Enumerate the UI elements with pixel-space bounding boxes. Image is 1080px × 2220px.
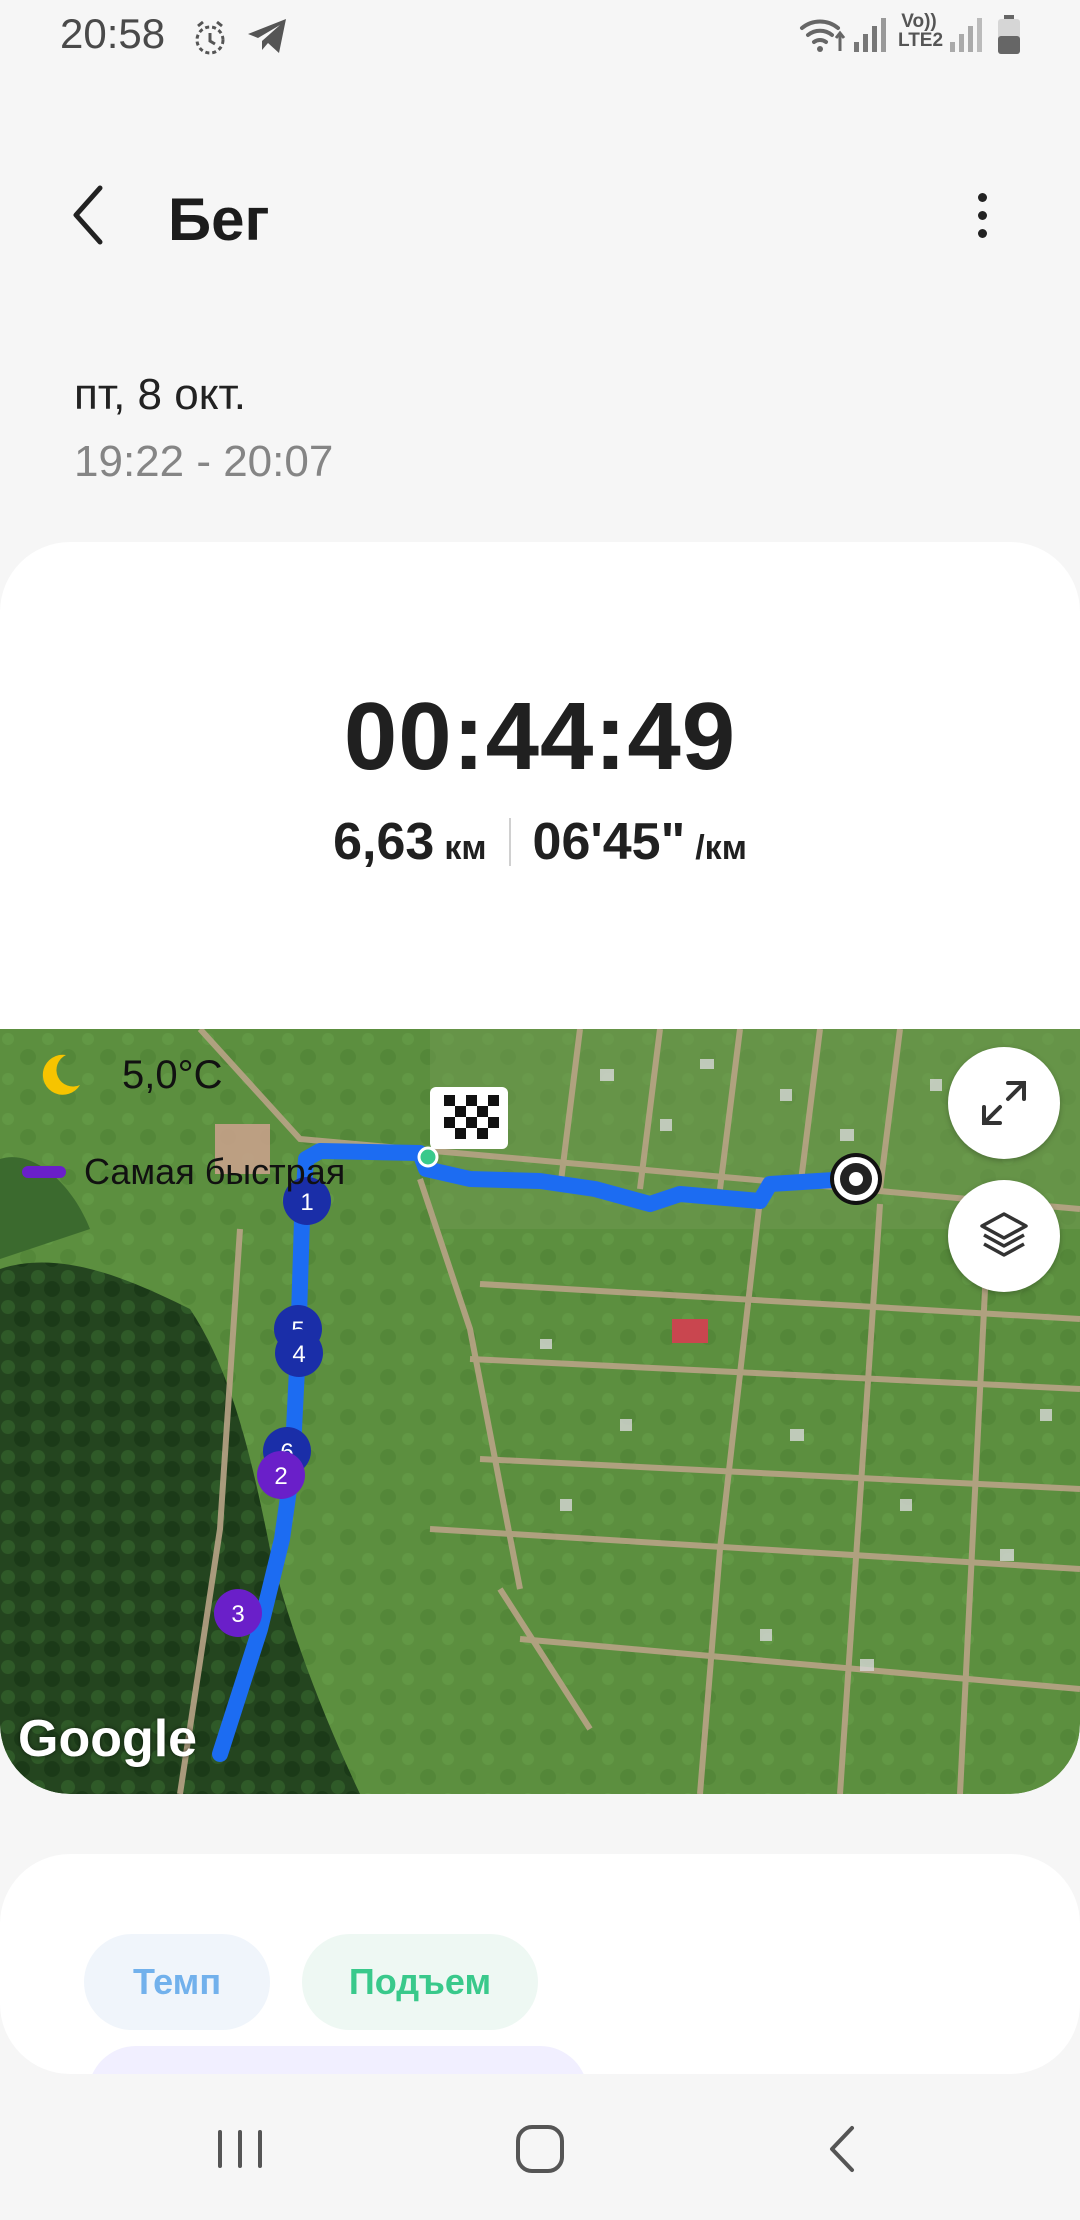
- legend-label: Самая быстрая: [84, 1151, 346, 1192]
- signal-icon: [948, 16, 984, 59]
- layers-icon: [980, 1212, 1028, 1257]
- stats-divider: [508, 818, 511, 866]
- tab-pace[interactable]: Темп: [84, 1934, 270, 2030]
- page-title: Бег: [168, 186, 270, 253]
- distance-unit: км: [444, 829, 487, 867]
- weather-info: 5,0°C: [36, 1051, 223, 1099]
- charts-card: Темп Подъем: [0, 1854, 1080, 2074]
- system-nav-bar: [0, 2074, 1080, 2220]
- route-map[interactable]: 1 5 4 6 2 3 5,0°C Самая быстрая Google: [0, 1029, 1080, 1794]
- workout-stats: 6,63 км 06'45" /км: [0, 812, 1080, 872]
- recent-apps-button[interactable]: [200, 2114, 280, 2184]
- pace-value: 06'45": [532, 813, 686, 871]
- alarm-clock-icon: [190, 18, 230, 63]
- moon-icon: [42, 1054, 80, 1095]
- km-marker: 4: [292, 1341, 305, 1368]
- google-attribution: Google: [18, 1710, 198, 1768]
- lte-label: LTE2: [898, 30, 944, 51]
- legend-swatch: [22, 1166, 66, 1178]
- km-marker: 3: [231, 1601, 244, 1628]
- workout-summary-card: 00:44:49 6,63 км 06'45" /км 1 4 2 3 5,0°…: [0, 542, 1080, 1794]
- temperature: 5,0°C: [122, 1052, 223, 1097]
- nav-back-button[interactable]: [802, 2114, 882, 2184]
- km-marker: 2: [274, 1463, 287, 1490]
- finish-flag-icon: [430, 1087, 508, 1150]
- workout-date: пт, 8 окт.: [74, 370, 246, 419]
- workout-duration: 00:44:49: [343, 683, 737, 790]
- workout-time-range: 19:22 - 20:07: [74, 437, 334, 486]
- signal-icon: [852, 16, 888, 59]
- battery-icon: [996, 14, 1022, 61]
- status-time: 20:58: [60, 10, 166, 57]
- expand-map-button[interactable]: [948, 1047, 1060, 1159]
- home-button[interactable]: [500, 2114, 580, 2184]
- tab-more[interactable]: [88, 2046, 588, 2074]
- start-point-icon: [417, 1146, 439, 1168]
- distance-value: 6,63: [333, 813, 435, 871]
- recent-apps-icon: [218, 2130, 262, 2168]
- volte-icon: Vo)) LTE2: [898, 11, 944, 51]
- volte-label: Vo)): [901, 11, 937, 32]
- chevron-left-icon: [73, 185, 103, 245]
- more-vertical-icon: [978, 193, 987, 202]
- map-layers-button[interactable]: [948, 1180, 1060, 1292]
- more-options-button[interactable]: [960, 185, 1004, 245]
- status-bar: 20:58 Vo)) LTE2: [0, 0, 1080, 72]
- home-icon: [516, 2125, 564, 2173]
- map-legend: Самая быстрая: [22, 1151, 345, 1193]
- expand-icon: [982, 1081, 1026, 1125]
- back-icon: [830, 2126, 854, 2172]
- tab-climb[interactable]: Подъем: [302, 1934, 538, 2030]
- back-button[interactable]: [62, 180, 122, 250]
- telegram-icon: [246, 16, 290, 61]
- pace-unit: /км: [695, 829, 747, 867]
- wifi-icon: [798, 16, 846, 59]
- satellite-map: 1 5 4 6 2 3: [0, 1029, 1080, 1794]
- km-marker: 1: [300, 1189, 313, 1216]
